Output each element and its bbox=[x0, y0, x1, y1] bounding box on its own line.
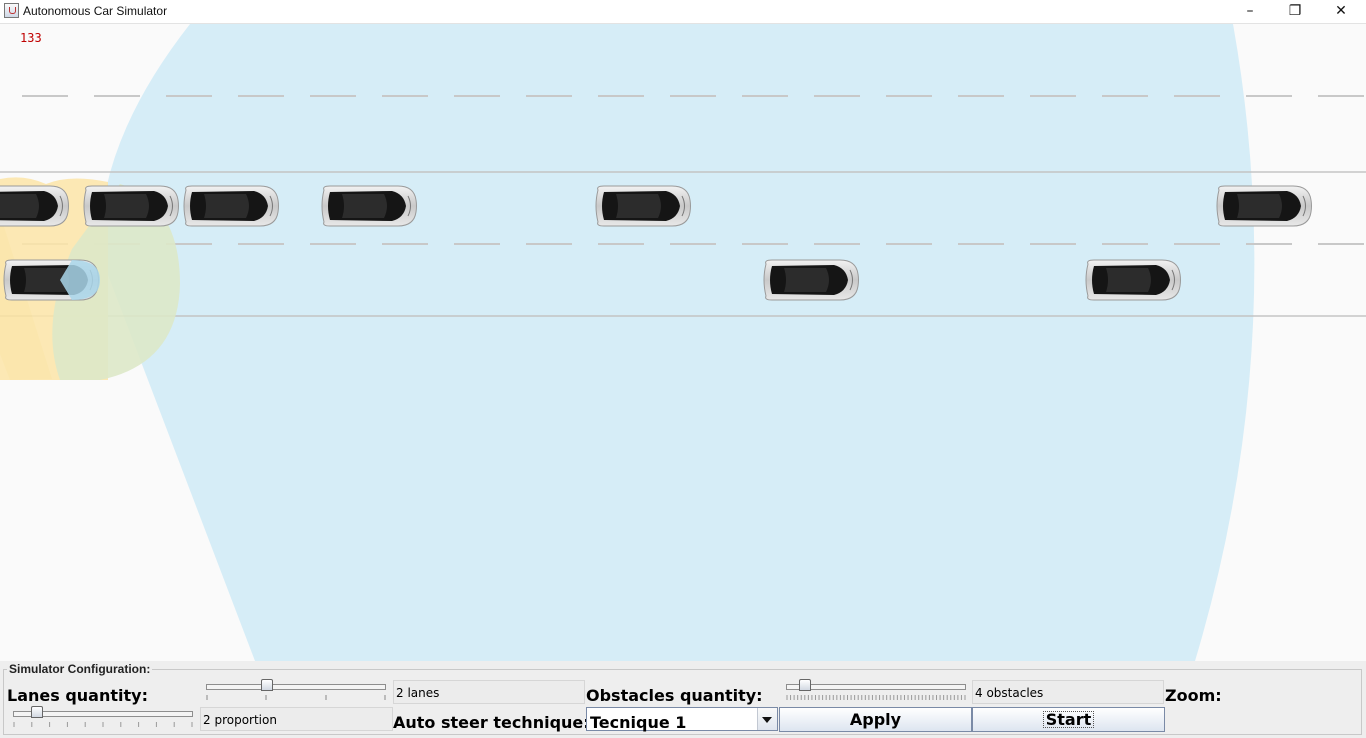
car-icon bbox=[183, 185, 279, 227]
lanes-value-field: 2 lanes bbox=[393, 680, 585, 704]
window-title: Autonomous Car Simulator bbox=[23, 4, 168, 18]
java-app-icon bbox=[4, 3, 19, 18]
obstacles-slider[interactable] bbox=[786, 678, 966, 702]
title-bar: Autonomous Car Simulator – ❐ ✕ bbox=[0, 0, 1366, 24]
obstacles-slider-ticks bbox=[786, 695, 966, 700]
start-button-label: Start bbox=[1042, 711, 1095, 728]
car-icon bbox=[1085, 259, 1181, 301]
obstacles-quantity-label: Obstacles quantity: bbox=[586, 686, 763, 705]
start-button[interactable]: Start bbox=[972, 707, 1165, 732]
step-counter: 133 bbox=[20, 31, 42, 45]
close-icon[interactable]: ✕ bbox=[1318, 0, 1364, 23]
lanes-slider[interactable] bbox=[206, 678, 386, 702]
apply-button[interactable]: Apply bbox=[779, 707, 972, 732]
chevron-down-icon[interactable] bbox=[757, 708, 777, 730]
proportion-slider[interactable] bbox=[13, 705, 193, 729]
road-scene bbox=[0, 24, 1366, 661]
slider-thumb[interactable] bbox=[261, 679, 273, 691]
forward-sensor-zone bbox=[99, 24, 1255, 661]
slider-thumb[interactable] bbox=[31, 706, 43, 718]
proportion-value-field: 2 proportion bbox=[200, 707, 393, 731]
zoom-label: Zoom: bbox=[1165, 686, 1222, 705]
slider-thumb[interactable] bbox=[799, 679, 811, 691]
auto-steer-technique-label: Auto steer technique: bbox=[393, 713, 590, 732]
car-icon bbox=[1216, 185, 1312, 227]
maximize-icon[interactable]: ❐ bbox=[1272, 0, 1318, 23]
steer-technique-value: Tecnique 1 bbox=[590, 713, 687, 732]
lanes-quantity-label: Lanes quantity: bbox=[7, 686, 148, 705]
steer-technique-select[interactable]: Tecnique 1 bbox=[586, 707, 778, 732]
car-icon bbox=[763, 259, 859, 301]
configuration-group-title: Simulator Configuration: bbox=[7, 662, 153, 676]
car-icon bbox=[321, 185, 417, 227]
obstacles-value-field: 4 obstacles bbox=[972, 680, 1164, 704]
car-icon bbox=[595, 185, 691, 227]
car-icon bbox=[0, 185, 69, 227]
simulation-canvas: 133 bbox=[0, 24, 1366, 661]
minimize-icon[interactable]: – bbox=[1227, 0, 1273, 23]
car-icon bbox=[83, 185, 179, 227]
proportion-slider-ticks bbox=[13, 722, 193, 727]
